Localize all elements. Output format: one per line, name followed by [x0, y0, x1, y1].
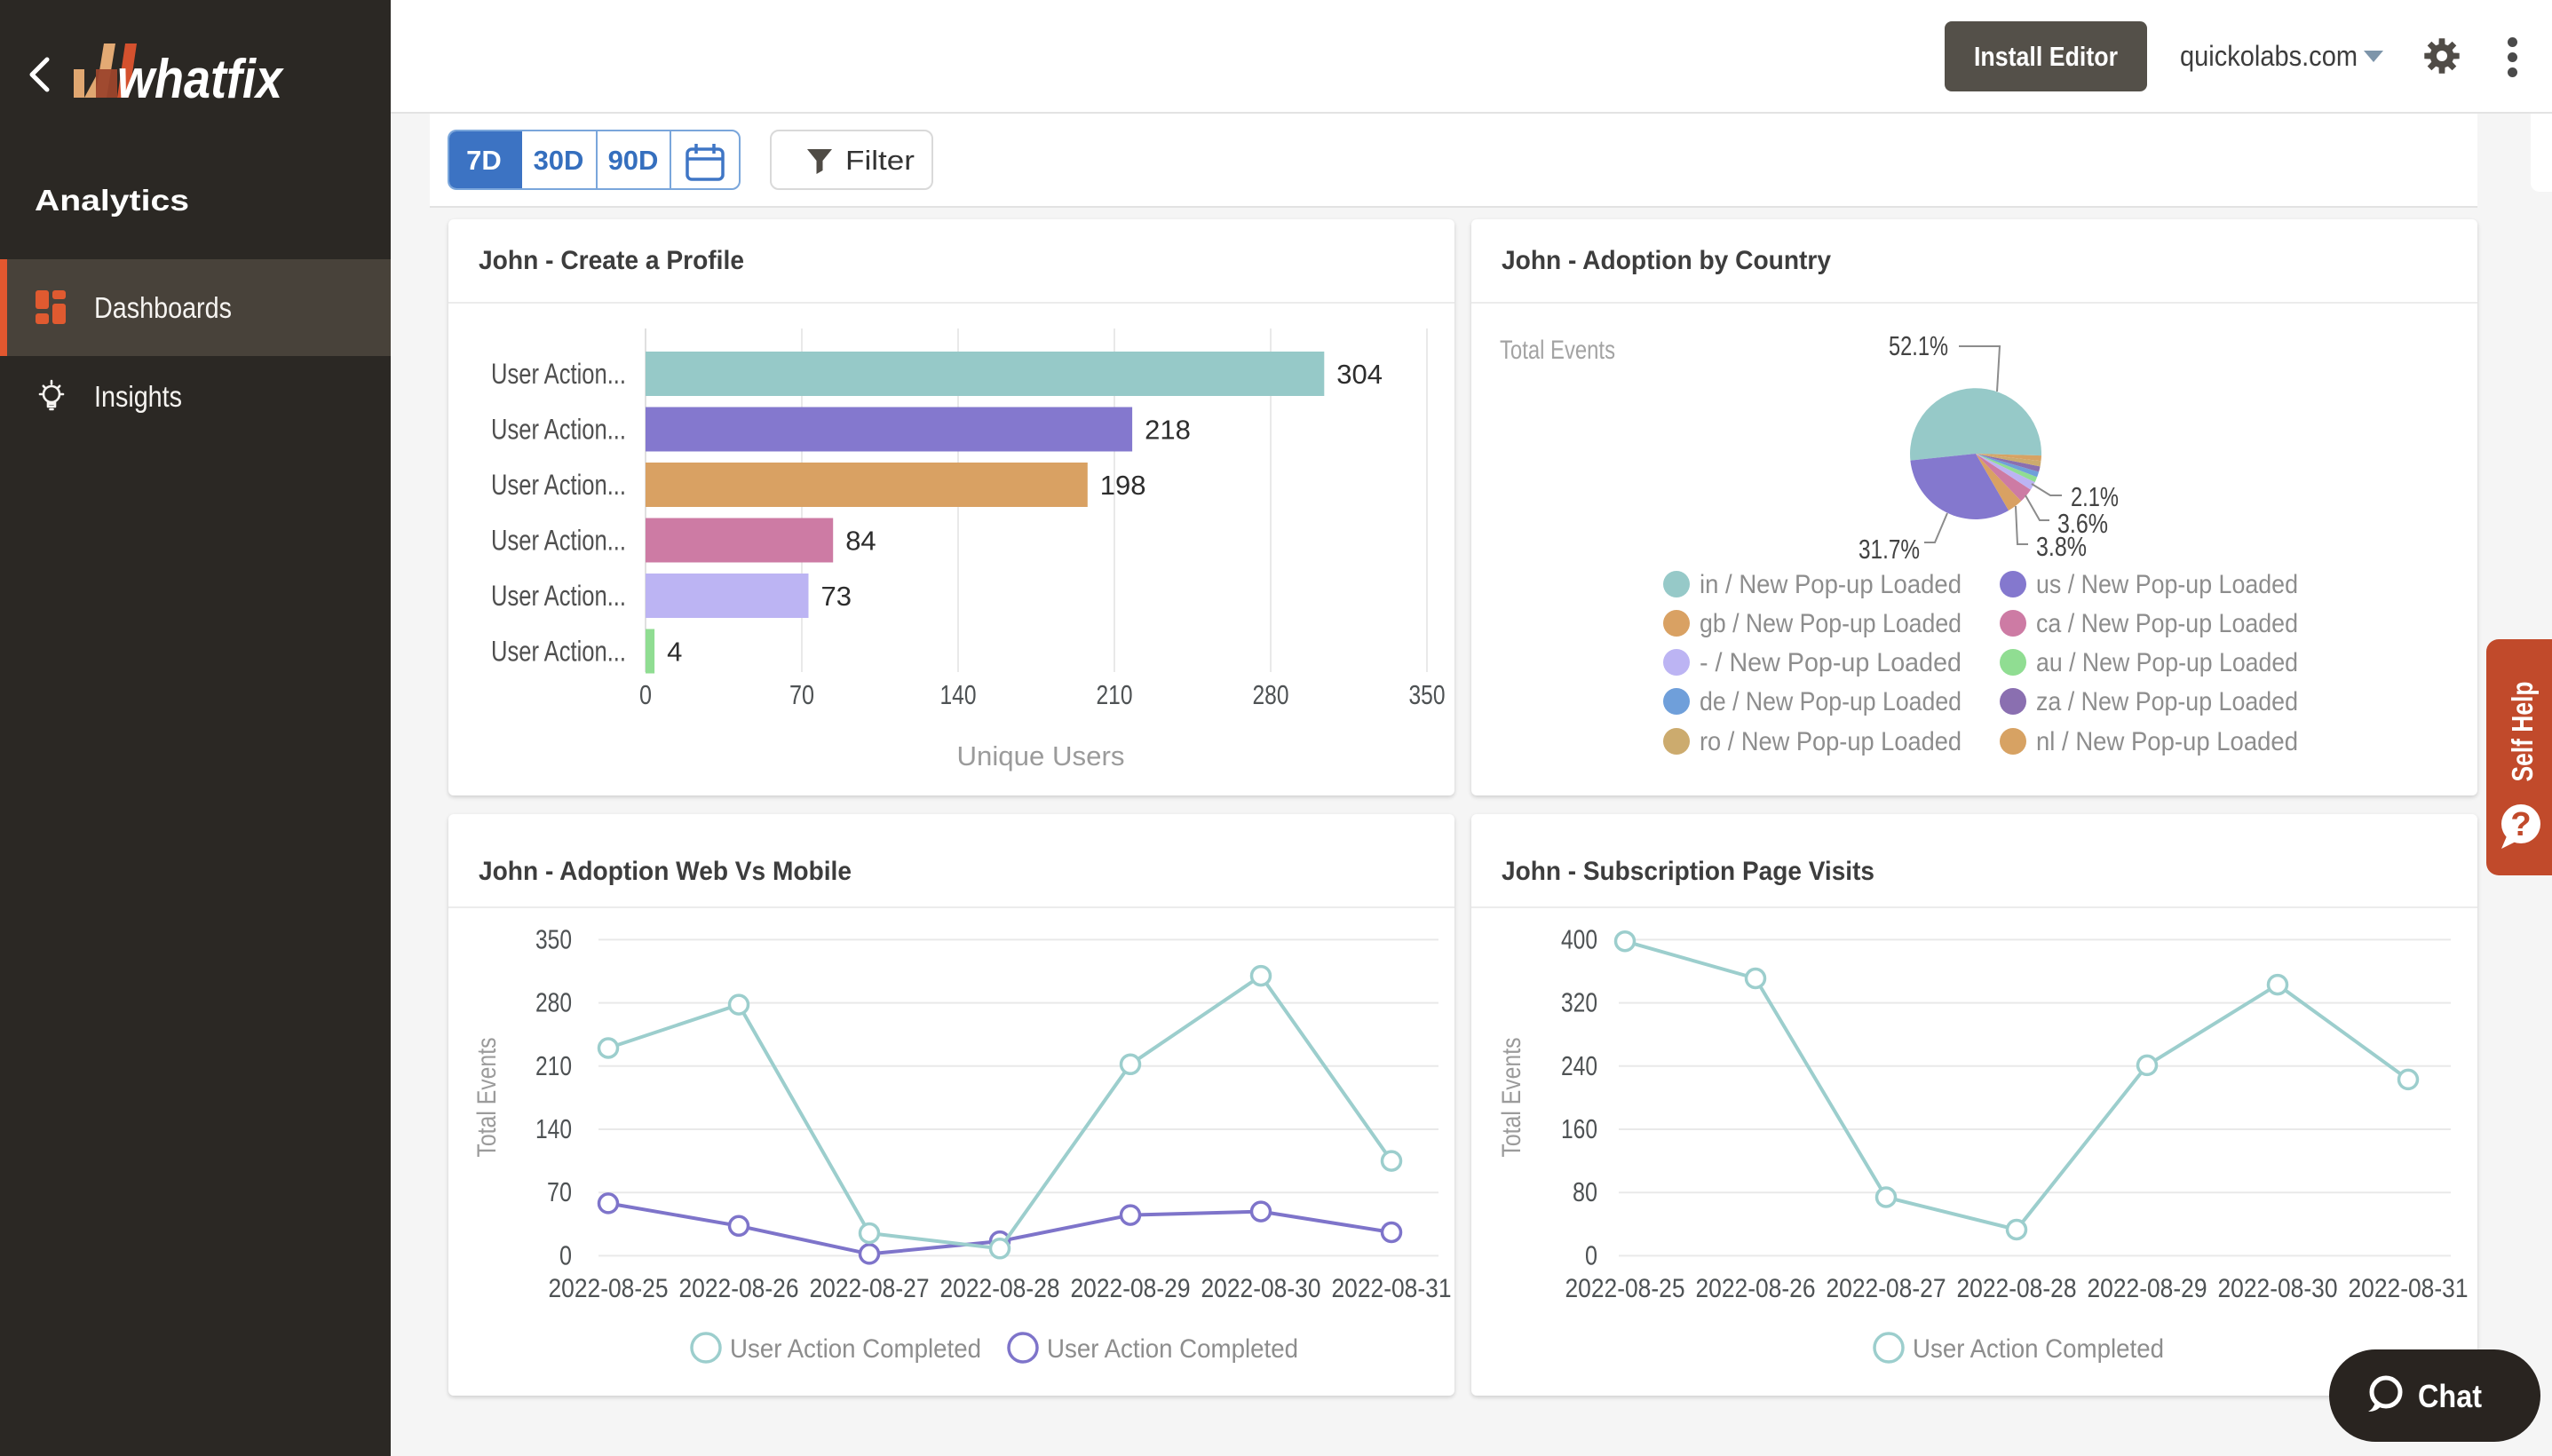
- svg-text:Insights: Insights: [94, 380, 182, 413]
- svg-text:quickolabs.com: quickolabs.com: [2180, 40, 2358, 72]
- svg-text:7D: 7D: [466, 145, 502, 176]
- svg-text:Dashboards: Dashboards: [94, 291, 232, 324]
- svg-text:30D: 30D: [534, 145, 584, 176]
- svg-text:Self Help: Self Help: [2506, 682, 2539, 782]
- svg-text:90D: 90D: [608, 145, 659, 176]
- svg-text:Analytics: Analytics: [35, 184, 189, 217]
- svg-text:Install Editor: Install Editor: [1974, 41, 2118, 72]
- svg-text:Chat: Chat: [2418, 1378, 2482, 1414]
- svg-text:Filter: Filter: [845, 145, 915, 176]
- svg-text:whatfix: whatfix: [117, 49, 284, 110]
